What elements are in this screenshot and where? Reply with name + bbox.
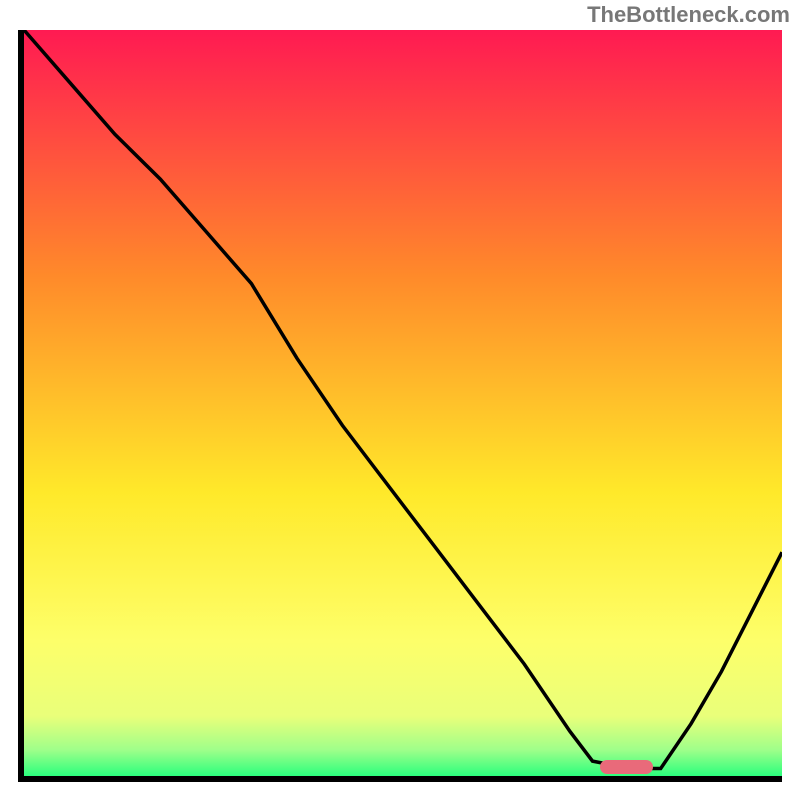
optimal-range-marker xyxy=(600,760,653,774)
bottleneck-curve xyxy=(24,30,782,776)
chart-container: TheBottleneck.com xyxy=(0,0,800,800)
plot-area xyxy=(18,30,782,782)
watermark-text: TheBottleneck.com xyxy=(587,2,790,28)
